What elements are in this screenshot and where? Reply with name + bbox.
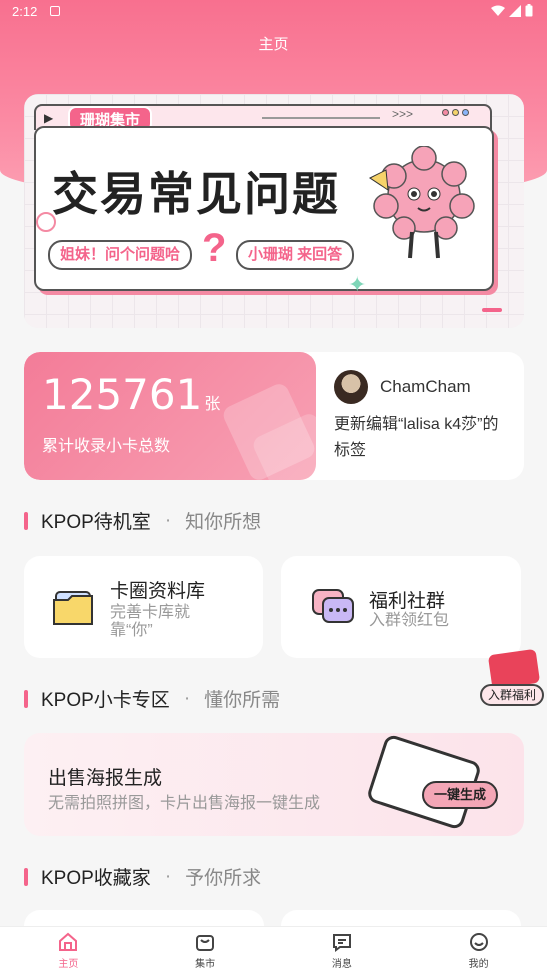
card-library-card[interactable]: 卡圈资料库 完善卡库就靠“你” [24,556,263,658]
star-decoration-icon: ✦ [348,272,367,297]
avatar [334,370,368,404]
tab-market[interactable]: 集市 [137,927,274,974]
chat-bubbles-icon [312,589,354,623]
tab-label: 消息 [331,959,352,970]
coral-mascot-icon [369,146,475,259]
signal-icon [509,4,521,17]
card-count-value: 125761 [42,370,203,419]
update-text[interactable]: 更新编辑“lalisa k4莎”的标签 [334,412,504,464]
banner-divider [262,117,380,119]
status-bar: 2:12 [0,0,547,24]
question-bubble: 姐妹！问个问题哈 [48,240,193,270]
card-count: 125761 张 [42,370,220,419]
section-header-waiting-room: KPOP待机室 · 知你所想 [24,507,261,534]
stats-card: 125761 张 累计收录小卡总数 ChamCham 更新编辑“lalisa k4… [24,352,524,480]
card-desc: 入群领红包 [369,612,450,629]
section-subtitle: 知你所想 [185,512,262,533]
section-header-collector: KPOP收藏家 · 予你所求 [24,863,261,890]
group-benefit-badge[interactable]: 入群福利 [480,648,546,708]
card-count-panel[interactable]: 125761 张 累计收录小卡总数 [24,352,316,480]
section-title: KPOP待机室 [41,512,151,533]
user-name: ChamCham [380,377,471,396]
faq-banner[interactable]: ▶ 珊瑚集市 >>> 交易常见问题 姐妹！问个问题哈 ? 小珊瑚 来回答 ✦ [24,94,524,328]
carousel-indicator [482,308,502,312]
separator-dot: · [164,865,172,887]
tab-profile[interactable]: 我的 [410,927,547,974]
section-header-card-zone: KPOP小卡专区 · 懂你所需 [24,685,280,712]
section-title: KPOP收藏家 [41,868,151,889]
card-count-label: 累计收录小卡总数 [42,438,171,455]
generate-button[interactable]: 一键生成 [422,781,499,809]
wifi-icon [491,5,505,16]
section-subtitle: 予你所求 [185,868,262,889]
page-title: 主页 [258,36,289,53]
tab-messages[interactable]: 消息 [274,927,411,974]
bag-icon [196,935,215,951]
section-accent-bar [24,511,28,530]
community-card[interactable]: 福利社群 入群领红包 [281,556,521,658]
notification-icon [50,6,60,16]
bottom-tab-bar: 主页 集市 消息 我的 [0,926,547,974]
window-dots-icon [442,109,469,116]
question-mark-icon: ? [202,226,227,270]
home-icon [59,932,78,951]
banner-headline: 交易常见问题 [52,167,340,221]
separator-dot: · [164,509,172,531]
card-title: 福利社群 [369,591,446,612]
poster-desc: 无需拍照拼图，卡片出售海报一键生成 [48,795,321,812]
battery-icon [525,4,533,17]
arrows-icon: >>> [392,107,414,121]
section-title: KPOP小卡专区 [41,690,170,711]
latest-update-user[interactable]: ChamCham [334,370,471,404]
tab-label: 集市 [195,959,216,970]
section-accent-bar [24,689,28,708]
card-count-unit: 张 [204,394,221,413]
poster-generator-card[interactable]: 出售海报生成 无需拍照拼图，卡片出售海报一键生成 一键生成 [24,733,524,836]
tab-home[interactable]: 主页 [0,927,137,974]
profile-icon [469,933,488,951]
separator-dot: · [183,687,191,709]
status-time: 2:12 [12,4,38,19]
tab-label: 主页 [58,959,79,970]
poster-title: 出售海报生成 [48,768,163,789]
card-title: 卡圈资料库 [110,581,206,602]
section-accent-bar [24,867,28,886]
section-subtitle: 懂你所需 [204,690,281,711]
message-icon [332,934,351,952]
play-icon: ▶ [44,111,54,125]
card-desc: 完善卡库就靠“你” [110,604,191,639]
tab-label: 我的 [468,959,489,970]
answer-bubble: 小珊瑚 来回答 [236,240,355,270]
status-icons [491,4,533,17]
badge-label: 入群福利 [480,684,544,706]
folder-icon [53,591,93,625]
